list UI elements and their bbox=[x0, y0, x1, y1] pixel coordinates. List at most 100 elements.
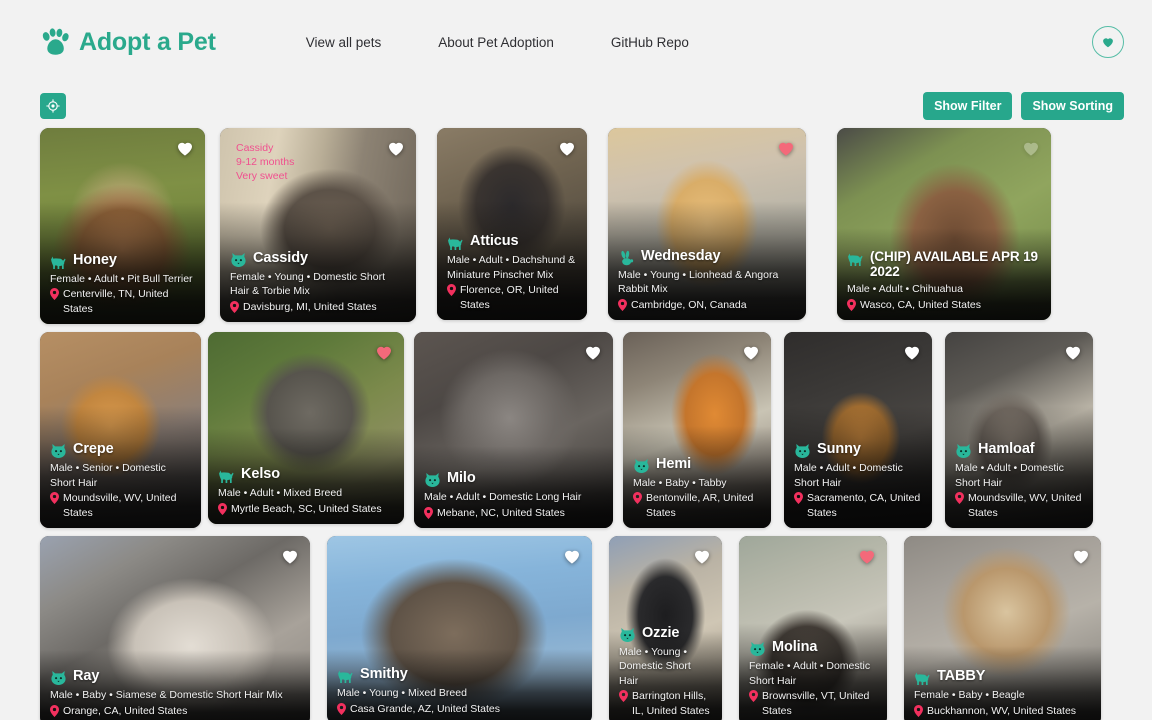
favorite-toggle[interactable] bbox=[1070, 545, 1092, 567]
rabbit-icon bbox=[621, 250, 634, 265]
pet-info: Atticus Male • Adult • Dachshund & Minia… bbox=[437, 233, 587, 320]
pet-card[interactable]: Hemi Male • Baby • Tabby Bentonville, AR… bbox=[623, 332, 771, 528]
favorite-toggle[interactable] bbox=[740, 341, 762, 363]
pet-info: (CHIP) AVAILABLE APR 19 2022 Male • Adul… bbox=[837, 249, 1051, 320]
pet-name: Honey bbox=[73, 251, 117, 268]
pet-card[interactable]: Hamloaf Male • Adult • Domestic Short Ha… bbox=[945, 332, 1093, 528]
pet-card[interactable]: Cassidy 9-12 months Very sweet Cassidy F… bbox=[220, 128, 416, 322]
location-pin-icon bbox=[337, 702, 346, 715]
pet-location-text: Orange, CA, United States bbox=[63, 704, 188, 717]
pet-name: Cassidy bbox=[253, 249, 308, 266]
pet-location-text: Buckhannon, WV, United States bbox=[927, 704, 1077, 717]
pet-info: Honey Female • Adult • Pit Bull Terrier … bbox=[40, 252, 205, 324]
show-sorting-button[interactable]: Show Sorting bbox=[1021, 92, 1124, 120]
favorite-toggle[interactable] bbox=[582, 341, 604, 363]
pet-name: TABBY bbox=[937, 668, 986, 685]
pet-card[interactable]: Wednesday Male • Young • Lionhead & Ango… bbox=[608, 128, 806, 320]
brand-logo-link[interactable]: Adopt a Pet bbox=[40, 28, 216, 57]
favorite-toggle[interactable] bbox=[856, 545, 878, 567]
favorite-toggle[interactable] bbox=[1062, 341, 1084, 363]
pet-name: Hemi bbox=[656, 455, 692, 472]
pet-card[interactable]: (CHIP) AVAILABLE APR 19 2022 Male • Adul… bbox=[837, 128, 1051, 320]
cat-icon bbox=[620, 627, 635, 642]
dog-icon bbox=[338, 670, 353, 683]
pet-info: Cassidy Female • Young • Domestic Short … bbox=[220, 250, 416, 322]
geolocate-button[interactable] bbox=[40, 93, 66, 119]
nav-link-github-repo[interactable]: GitHub Repo bbox=[611, 29, 689, 56]
pet-info: TABBY Female • Baby • Beagle Buckhannon,… bbox=[904, 668, 1101, 720]
pet-name-row: Crepe bbox=[50, 441, 191, 459]
pet-location: Myrtle Beach, SC, United States bbox=[218, 502, 394, 516]
pet-name: Ozzie bbox=[642, 624, 680, 641]
pet-info: Crepe Male • Senior • Domestic Short Hai… bbox=[40, 441, 201, 528]
pet-meta: Male • Adult • Dachshund & Miniature Pin… bbox=[447, 254, 576, 281]
pet-card[interactable]: Ray Male • Baby • Siamese & Domestic Sho… bbox=[40, 536, 310, 720]
pet-card[interactable]: Honey Female • Adult • Pit Bull Terrier … bbox=[40, 128, 205, 324]
location-pin-icon bbox=[50, 704, 59, 717]
pet-name: (CHIP) AVAILABLE APR 19 2022 bbox=[870, 248, 1038, 280]
pet-card[interactable]: Atticus Male • Adult • Dachshund & Minia… bbox=[437, 128, 587, 320]
heart-icon bbox=[178, 142, 192, 156]
pet-name: Hamloaf bbox=[978, 441, 1035, 458]
pet-name-row: Kelso bbox=[218, 466, 394, 484]
location-pin-icon bbox=[794, 492, 803, 505]
cat-icon bbox=[231, 252, 246, 267]
pet-location: Wasco, CA, United States bbox=[847, 298, 1041, 312]
pet-info: Ozzie Male • Young • Domestic Short Hair… bbox=[609, 625, 722, 720]
pet-card[interactable]: Ozzie Male • Young • Domestic Short Hair… bbox=[609, 536, 722, 720]
cat-icon bbox=[51, 444, 66, 459]
pet-name-row: Molina bbox=[749, 639, 877, 657]
favorites-button[interactable] bbox=[1092, 26, 1124, 58]
paw-print-icon bbox=[42, 28, 69, 55]
pet-location-text: Moundsville, WV, United States bbox=[968, 492, 1082, 519]
location-pin-icon bbox=[847, 298, 856, 311]
pet-location-text: Myrtle Beach, SC, United States bbox=[231, 502, 382, 515]
pet-card[interactable]: Crepe Male • Senior • Domestic Short Hai… bbox=[40, 332, 201, 528]
pet-card[interactable]: Milo Male • Adult • Domestic Long Hair M… bbox=[414, 332, 613, 528]
pet-location: Moundsville, WV, United States bbox=[50, 491, 191, 520]
pet-location: Orange, CA, United States bbox=[50, 704, 300, 718]
pet-location-text: Davisburg, MI, United States bbox=[243, 300, 377, 313]
pet-location: Centerville, TN, United States bbox=[50, 287, 195, 316]
dog-icon bbox=[915, 672, 930, 685]
show-filter-button[interactable]: Show Filter bbox=[923, 92, 1013, 120]
favorite-toggle[interactable] bbox=[279, 545, 301, 567]
pet-info: Kelso Male • Adult • Mixed Breed Myrtle … bbox=[208, 466, 404, 524]
favorite-toggle[interactable] bbox=[775, 137, 797, 159]
heart-icon bbox=[1066, 346, 1080, 360]
favorite-toggle[interactable] bbox=[691, 545, 713, 567]
pet-location-text: Sacramento, CA, United States bbox=[807, 492, 921, 519]
pet-card[interactable]: Sunny Male • Adult • Domestic Short Hair… bbox=[784, 332, 932, 528]
pet-meta: Female • Baby • Beagle bbox=[914, 689, 1025, 702]
pet-card[interactable]: Kelso Male • Adult • Mixed Breed Myrtle … bbox=[208, 332, 404, 524]
pet-name: Ray bbox=[73, 668, 100, 685]
nav-link-view-all-pets[interactable]: View all pets bbox=[306, 29, 382, 56]
pet-name: Sunny bbox=[817, 441, 861, 458]
pet-location: Bentonville, AR, United States bbox=[633, 491, 761, 520]
favorite-toggle[interactable] bbox=[901, 341, 923, 363]
nav-link-about-pet-adoption[interactable]: About Pet Adoption bbox=[438, 29, 554, 56]
heart-icon bbox=[1074, 550, 1088, 564]
location-pin-icon bbox=[230, 300, 239, 313]
favorite-toggle[interactable] bbox=[373, 341, 395, 363]
favorite-toggle[interactable] bbox=[1020, 137, 1042, 159]
gallery-toolbar: Show Filter Show Sorting bbox=[0, 84, 1152, 128]
pet-card[interactable]: Molina Female • Adult • Domestic Short H… bbox=[739, 536, 887, 720]
pet-row-1: Honey Female • Adult • Pit Bull Terrier … bbox=[0, 128, 1152, 324]
cat-icon bbox=[956, 444, 971, 459]
favorite-toggle[interactable] bbox=[385, 137, 407, 159]
pet-location-text: Casa Grande, AZ, United States bbox=[350, 702, 500, 715]
pet-card[interactable]: TABBY Female • Baby • Beagle Buckhannon,… bbox=[904, 536, 1101, 720]
main-navigation: View all pets About Pet Adoption GitHub … bbox=[306, 29, 689, 56]
pet-meta: Male • Young • Domestic Short Hair bbox=[619, 645, 691, 687]
pet-location-text: Mebane, NC, United States bbox=[437, 506, 565, 519]
favorite-toggle[interactable] bbox=[174, 137, 196, 159]
favorite-toggle[interactable] bbox=[556, 137, 578, 159]
pet-card[interactable]: Smithy Male • Young • Mixed Breed Casa G… bbox=[327, 536, 592, 720]
pet-name-row: Hemi bbox=[633, 456, 761, 474]
pet-info: Hemi Male • Baby • Tabby Bentonville, AR… bbox=[623, 456, 771, 528]
pet-name: Kelso bbox=[241, 466, 280, 483]
dog-icon bbox=[448, 237, 463, 251]
pet-name-row: (CHIP) AVAILABLE APR 19 2022 bbox=[847, 249, 1041, 280]
favorite-toggle[interactable] bbox=[561, 545, 583, 567]
